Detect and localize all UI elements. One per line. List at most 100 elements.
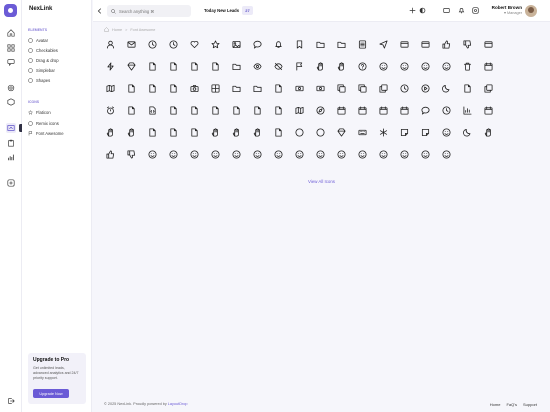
folder-icon[interactable]: [229, 59, 243, 73]
sidebar-item-shapes[interactable]: Shapes: [28, 76, 50, 84]
footer-link-home[interactable]: Home: [490, 402, 501, 407]
cube-icon[interactable]: [6, 97, 16, 107]
note-icon[interactable]: [397, 125, 411, 139]
copy-icon[interactable]: [376, 81, 390, 95]
sidebar-item-checkables[interactable]: Checkables: [28, 46, 58, 54]
logout-icon[interactable]: [6, 396, 16, 406]
circle-icon[interactable]: [313, 125, 327, 139]
smile-icon[interactable]: [418, 59, 432, 73]
smile-icon[interactable]: [397, 59, 411, 73]
chat-icon[interactable]: [418, 103, 432, 117]
sidebar-item-flaticon[interactable]: Flaticon: [28, 108, 51, 116]
bell-icon[interactable]: [271, 37, 285, 51]
hand-icon[interactable]: [124, 125, 138, 139]
heart-icon[interactable]: [187, 37, 201, 51]
file-icon[interactable]: [166, 103, 180, 117]
cash-icon[interactable]: [313, 81, 327, 95]
eye-icon[interactable]: [250, 59, 264, 73]
smile-icon[interactable]: [145, 147, 159, 161]
grid-icon[interactable]: [6, 43, 16, 53]
footer-link-faq[interactable]: FaQ's: [506, 402, 517, 407]
file-icon[interactable]: [271, 81, 285, 95]
smile-icon[interactable]: [187, 147, 201, 161]
calendar-icon[interactable]: [334, 103, 348, 117]
smile-icon[interactable]: [229, 147, 243, 161]
components-icon[interactable]: [6, 123, 16, 133]
smile-icon[interactable]: [355, 147, 369, 161]
map-icon[interactable]: [292, 103, 306, 117]
fingerprint-icon[interactable]: [6, 83, 16, 93]
folder-icon[interactable]: [334, 37, 348, 51]
smile-icon[interactable]: [250, 147, 264, 161]
file-icon[interactable]: [166, 125, 180, 139]
hand-icon[interactable]: [250, 125, 264, 139]
hand-icon[interactable]: [313, 59, 327, 73]
mail-icon[interactable]: [124, 37, 138, 51]
thumbs-down-icon[interactable]: [460, 37, 474, 51]
circle-icon[interactable]: [292, 125, 306, 139]
hand-icon[interactable]: [229, 125, 243, 139]
smile-icon[interactable]: [376, 59, 390, 73]
smile-icon[interactable]: [376, 147, 390, 161]
user-menu[interactable]: Robert Brown ▾ Manager: [492, 5, 522, 15]
chat-icon[interactable]: [250, 37, 264, 51]
help-icon[interactable]: [355, 59, 369, 73]
thumbs-up-icon[interactable]: [439, 37, 453, 51]
folder-icon[interactable]: [229, 81, 243, 95]
compass-icon[interactable]: [313, 103, 327, 117]
trash-icon[interactable]: [460, 59, 474, 73]
folder-icon[interactable]: [313, 37, 327, 51]
smile-icon[interactable]: [292, 147, 306, 161]
smile-icon[interactable]: [418, 147, 432, 161]
moon-icon[interactable]: [460, 125, 474, 139]
moon-icon[interactable]: [439, 81, 453, 95]
clone-icon[interactable]: [334, 81, 348, 95]
file-icon[interactable]: [145, 125, 159, 139]
code-icon[interactable]: [145, 103, 159, 117]
search-input[interactable]: [119, 8, 189, 14]
hand-icon[interactable]: [103, 125, 117, 139]
cash-icon[interactable]: [292, 81, 306, 95]
camera-icon[interactable]: [187, 81, 201, 95]
file-icon[interactable]: [187, 125, 201, 139]
file-icon[interactable]: [271, 125, 285, 139]
file-icon[interactable]: [271, 103, 285, 117]
flag-icon[interactable]: [292, 59, 306, 73]
sparkle-icon[interactable]: [408, 6, 417, 15]
bolt-icon[interactable]: [103, 59, 117, 73]
file-icon[interactable]: [187, 103, 201, 117]
upgrade-button[interactable]: Upgrade Now: [33, 389, 69, 398]
user-icon[interactable]: [103, 37, 117, 51]
smile-icon[interactable]: [313, 147, 327, 161]
footer-link-support[interactable]: Support: [523, 402, 537, 407]
file-icon[interactable]: [208, 103, 222, 117]
avatar[interactable]: [525, 5, 537, 17]
home-icon[interactable]: [6, 28, 16, 38]
file-icon[interactable]: [124, 81, 138, 95]
smile-icon[interactable]: [271, 147, 285, 161]
hand-icon[interactable]: [481, 125, 495, 139]
play-icon[interactable]: [418, 81, 432, 95]
bookmark-icon[interactable]: [292, 37, 306, 51]
bell-icon[interactable]: [457, 6, 466, 15]
keyboard-icon[interactable]: [355, 125, 369, 139]
sidebar-item-drag-drop[interactable]: Drag & drop: [28, 56, 59, 64]
smile-icon[interactable]: [439, 147, 453, 161]
file-icon[interactable]: [145, 59, 159, 73]
hand-icon[interactable]: [208, 125, 222, 139]
calendar-icon[interactable]: [376, 103, 390, 117]
eye-slash-icon[interactable]: [271, 59, 285, 73]
chart-icon[interactable]: [460, 103, 474, 117]
smile-icon[interactable]: [334, 147, 348, 161]
map-icon[interactable]: [103, 81, 117, 95]
settings-icon[interactable]: [471, 6, 480, 15]
logo-icon[interactable]: [4, 4, 17, 17]
copy-icon[interactable]: [481, 81, 495, 95]
sidebar-item-remix[interactable]: Remix icons: [28, 119, 59, 127]
star-icon[interactable]: [208, 37, 222, 51]
file-icon[interactable]: [166, 59, 180, 73]
sidebar-item-font-awesome[interactable]: Font Awesome: [28, 129, 64, 137]
clock-icon[interactable]: [397, 81, 411, 95]
image-icon[interactable]: [229, 37, 243, 51]
clone-icon[interactable]: [355, 81, 369, 95]
